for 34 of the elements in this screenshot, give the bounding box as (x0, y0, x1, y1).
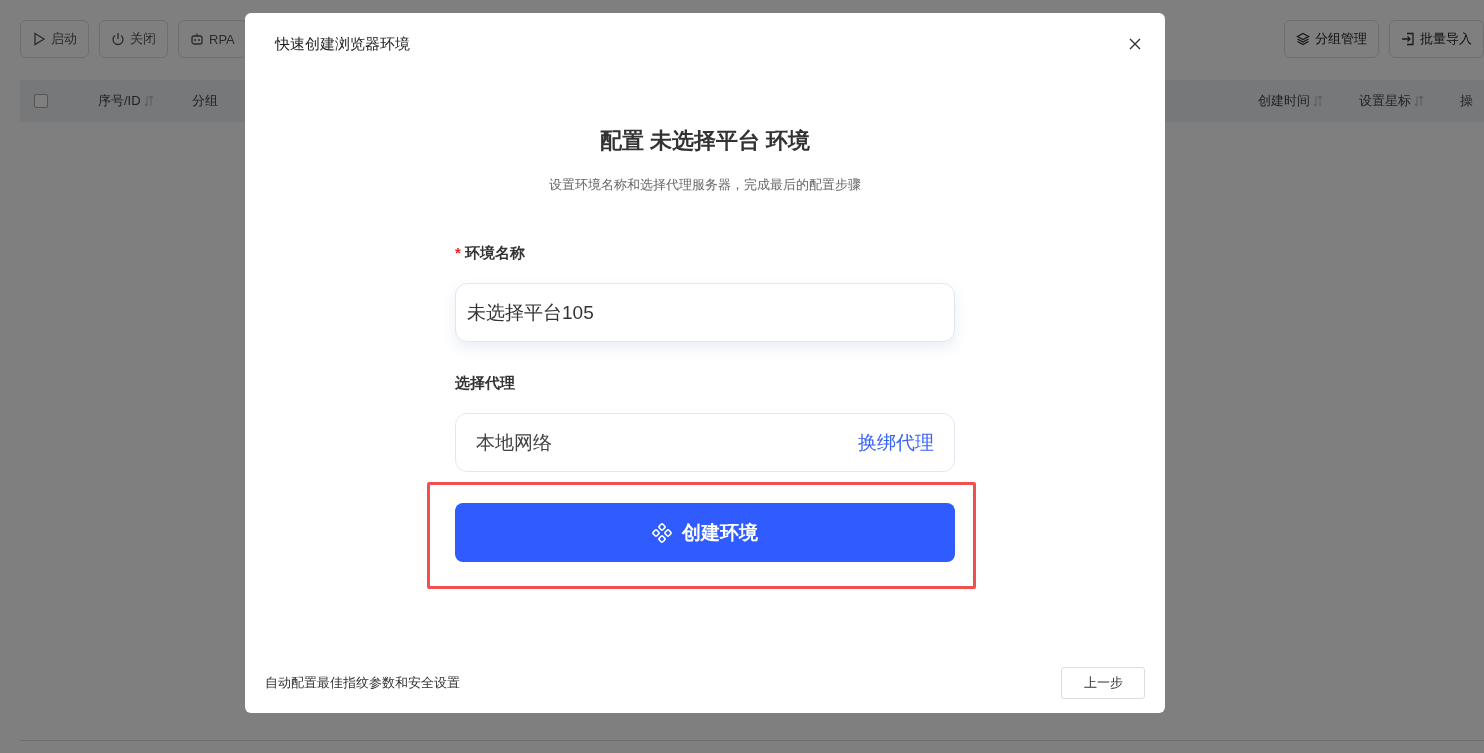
back-button[interactable]: 上一步 (1061, 667, 1145, 699)
dialog-title: 快速创建浏览器环境 (275, 34, 410, 54)
toolbar-button[interactable]: RPA (178, 20, 247, 58)
sort-icon[interactable] (1313, 95, 1323, 107)
name-input[interactable]: 未选择平台105 (455, 283, 955, 342)
close-icon[interactable] (1127, 36, 1143, 52)
diamonds-icon (652, 522, 672, 543)
toolbar-button[interactable]: 启动 (20, 20, 89, 58)
proxy-value: 本地网络 (476, 430, 552, 455)
proxy-field[interactable]: 本地网络 换绑代理 (455, 413, 955, 472)
rebind-proxy-link[interactable]: 换绑代理 (858, 429, 934, 456)
required-mark: * (455, 243, 461, 263)
toolbar-button[interactable]: 批量导入 (1389, 20, 1484, 58)
play-icon (32, 32, 46, 46)
dialog-heading: 配置 未选择平台 环境 (599, 127, 811, 155)
field-label: 环境名称 (464, 243, 525, 263)
power-icon (111, 32, 125, 46)
toolbar-button[interactable]: 分组管理 (1284, 20, 1379, 58)
create-button[interactable]: 创建环境 (455, 503, 955, 562)
toolbar-button[interactable]: 关闭 (99, 20, 168, 58)
column-header[interactable]: 设置星标 (1359, 92, 1424, 110)
column-header[interactable]: 创建时间 (1258, 92, 1323, 110)
footer-note: 自动配置最佳指纹参数和安全设置 (265, 674, 460, 692)
field-label: 选择代理 (455, 373, 515, 393)
checkbox[interactable] (34, 94, 48, 108)
dialog-subtitle: 设置环境名称和选择代理服务器，完成最后的配置步骤 (549, 176, 861, 194)
column-header[interactable]: 序号/ID (98, 92, 154, 110)
column-header: 操 (1460, 92, 1473, 110)
robot-icon (190, 32, 204, 46)
sort-icon[interactable] (143, 95, 154, 107)
sort-icon[interactable] (1414, 95, 1424, 107)
import-icon (1401, 32, 1415, 46)
column-header: 分组 (191, 92, 218, 110)
layers-icon (1296, 32, 1310, 46)
